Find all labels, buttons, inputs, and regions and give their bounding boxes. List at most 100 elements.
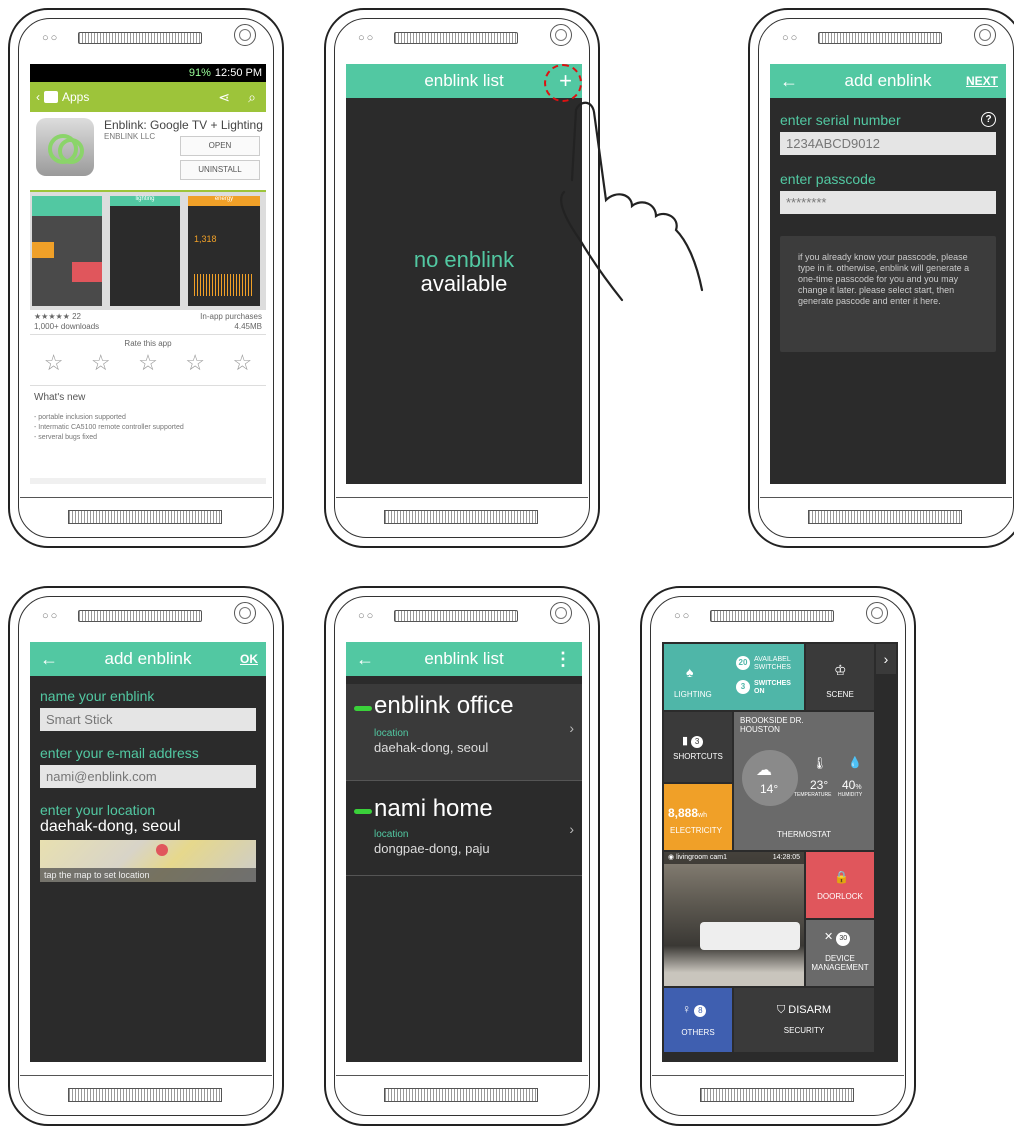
temperature-value: 23° (810, 778, 829, 792)
cloud-icon: ☁ (756, 762, 772, 779)
electricity-value: 8,888 (668, 806, 699, 820)
item-location: daehak-dong, seoul (374, 740, 489, 755)
doorlock-label: DOORLOCK (817, 892, 863, 901)
device-count: 30 (836, 932, 851, 946)
camera-name: livingroom cam1 (676, 854, 728, 861)
header-bar: ← enblink list ⋮ (346, 642, 582, 676)
actionbar-title: Apps (62, 90, 90, 104)
app-developer: ENBLINK LLC (104, 132, 156, 141)
item-location: dongpae-dong, paju (374, 841, 490, 856)
star-icon[interactable]: ☆ (44, 350, 64, 376)
header-bar: ← add enblink NEXT (770, 64, 1006, 98)
phone-frame-6: ○○ ♠ LIGHTING 20 AVAILABEL SWITCHES 3 SW… (640, 586, 916, 1126)
list-item[interactable]: enblink office location daehak-dong, seo… (346, 684, 582, 781)
passcode-input[interactable]: ******** (780, 191, 996, 214)
tile-shortcuts[interactable]: ▮ 3 SHORTCUTS (664, 712, 732, 782)
others-label: OTHERS (681, 1028, 715, 1037)
tile-electricity[interactable]: 8,888wh ELECTRICITY (664, 784, 732, 850)
available-switches-label: AVAILABEL SWITCHES (754, 656, 791, 671)
star-icon[interactable]: ☆ (138, 350, 158, 376)
tile-device-management[interactable]: ✕ 30 DEVICE MANAGEMENT (806, 920, 874, 986)
electricity-unit: wh (698, 812, 707, 819)
email-field[interactable]: nami@enblink.com (40, 765, 256, 788)
tile-others[interactable]: ♀ 8 OTHERS (664, 988, 732, 1052)
star-icon[interactable]: ☆ (232, 350, 252, 376)
uninstall-button[interactable]: UNINSTALL (180, 160, 260, 180)
status-time: 12:50 PM (214, 67, 262, 79)
phone-frame-4: ○○ ← add enblink OK name your enblink Sm… (8, 586, 284, 1126)
help-icon[interactable]: ? (981, 112, 996, 127)
list-item[interactable]: nami home location dongpae-dong, paju › (346, 781, 582, 876)
camera-icon: ◉ (668, 854, 677, 861)
humidity-value: 40 (842, 778, 856, 792)
tile-doorlock[interactable]: 🔒 DOORLOCK (806, 852, 874, 918)
tile-security[interactable]: ⛉ DISARM SECURITY (734, 988, 874, 1052)
serial-label: enter serial number (780, 112, 901, 128)
release-note: - Intermatic CA5100 remote controller su… (34, 424, 184, 431)
back-arrow-icon[interactable]: ← (356, 649, 374, 670)
back-arrow-icon[interactable]: ← (40, 649, 58, 670)
front-camera-icon (234, 602, 256, 624)
chandelier-icon: ♔ (834, 662, 847, 678)
phone-frame-2: ○○ enblink list + no enblink available (324, 8, 704, 548)
address-label: BROOKSIDE DR. HOUSTON (740, 716, 804, 734)
play-store-icon (44, 91, 58, 103)
whats-new-section: What's new - portable inclusion supporte… (30, 385, 266, 478)
screenshots-strip[interactable]: lighting energy 1,318 (30, 190, 266, 310)
header-bar: ← add enblink OK (30, 642, 266, 676)
switches-on-label: SWITCHES ON (754, 680, 791, 695)
phone-frame-1: ○○ 91% 12:50 PM ‹ Apps ⋖ ⌕ Enblink: Goog… (8, 8, 284, 548)
tile-thermostat[interactable]: BROOKSIDE DR. HOUSTON ☁ 14° 🌡 23° TEMPER… (734, 712, 874, 850)
lamp-icon: ♠ (686, 664, 694, 680)
screen-play-store: 91% 12:50 PM ‹ Apps ⋖ ⌕ Enblink: Google … (30, 64, 266, 484)
back-icon[interactable]: ‹ (36, 90, 40, 104)
camera-time: 14:28:05 (772, 854, 800, 861)
weather-temperature: 14° (760, 782, 779, 796)
online-indicator (354, 706, 372, 711)
whats-new-title: What's new (34, 392, 86, 403)
app-name: Enblink: Google TV + Lighting (104, 118, 263, 132)
chevron-right-icon: › (569, 821, 574, 837)
page-title: enblink list (424, 71, 504, 90)
shortcuts-count: 3 (691, 736, 704, 748)
device-management-label: DEVICE MANAGEMENT (811, 954, 869, 972)
star-icon[interactable]: ☆ (91, 350, 111, 376)
security-label: SECURITY (783, 1026, 825, 1035)
thermometer-icon: 🌡 (812, 756, 828, 770)
location-map[interactable]: tap the map to set location (40, 840, 256, 882)
search-icon[interactable]: ⌕ (248, 89, 256, 106)
tile-scene[interactable]: ♔ SCENE (806, 644, 874, 710)
back-arrow-icon[interactable]: ← (780, 71, 798, 92)
passcode-label: enter passcode (780, 171, 876, 187)
star-icon[interactable]: ☆ (185, 350, 205, 376)
front-camera-icon (550, 602, 572, 624)
ok-button[interactable]: OK (240, 652, 258, 666)
chevron-right-icon: › (569, 720, 574, 736)
share-icon[interactable]: ⋖ (218, 89, 230, 106)
lighting-label: LIGHTING (674, 690, 712, 699)
rating-row: ★★★★★ 22 1,000+ downloads In-app purchas… (30, 310, 266, 334)
overflow-menu-icon[interactable]: ⋮ (554, 649, 572, 670)
front-camera-icon (550, 24, 572, 46)
phone-frame-5: ○○ ← enblink list ⋮ enblink office locat… (324, 586, 600, 1126)
page-title: add enblink (844, 71, 932, 90)
app-size: 4.45MB (234, 322, 262, 331)
cam-overlay: ◉ livingroom cam1 14:28:05 (664, 852, 804, 864)
online-indicator (354, 809, 372, 814)
release-note: - serveral bugs fixed (34, 434, 98, 441)
tile-camera[interactable]: ◉ livingroom cam1 14:28:05 (664, 852, 804, 986)
item-location-label: location (374, 829, 409, 840)
passcode-info-box: if you already know your passcode, pleas… (780, 236, 996, 352)
front-camera-icon (234, 24, 256, 46)
open-button[interactable]: OPEN (180, 136, 260, 156)
lock-icon: 🔒 (834, 870, 849, 884)
item-location-label: location (374, 728, 409, 739)
next-page-button[interactable]: › (876, 644, 896, 674)
enblink-name-input[interactable]: Smart Stick (40, 708, 256, 731)
thumbnail-2: lighting (110, 196, 180, 306)
serial-number-input[interactable]: 1234ABCD9012 (780, 132, 996, 155)
next-button[interactable]: NEXT (966, 74, 998, 88)
location-value: daehak-dong, seoul (40, 818, 181, 835)
tile-lighting[interactable]: ♠ LIGHTING 20 AVAILABEL SWITCHES 3 SWITC… (664, 644, 804, 710)
release-note: - portable inclusion supported (34, 414, 126, 421)
